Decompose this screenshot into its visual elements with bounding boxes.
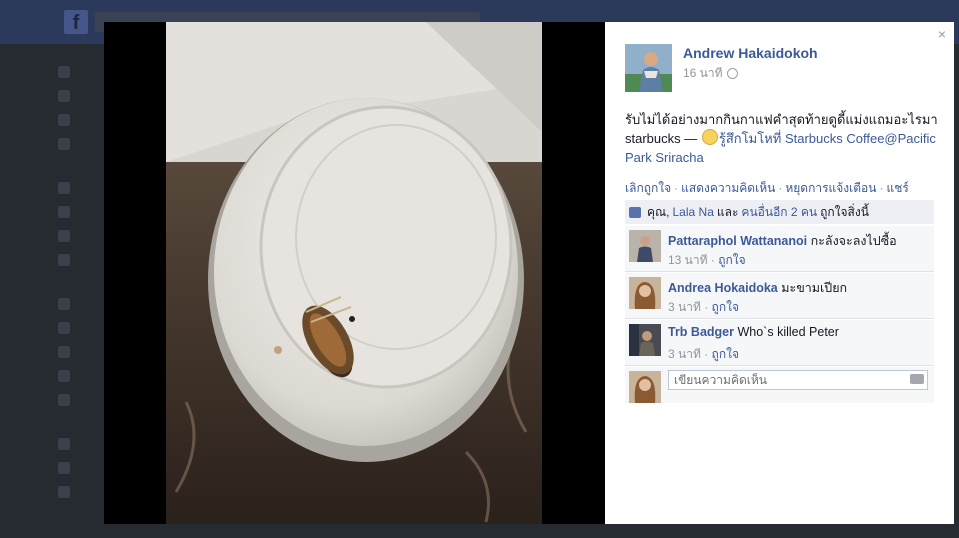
comment-body: Trb Badger Who`s killed Peter [668,325,839,339]
liker-link[interactable]: Lala Na [673,205,714,219]
comment-item: Trb Badger Who`s killed Peter 3 นาที · ถ… [625,320,934,366]
coffee-lid-photo [166,22,542,524]
comment-time[interactable]: 3 นาที [668,347,701,361]
separator: · [674,181,679,195]
thumbs-up-icon [629,206,641,218]
photo-stage[interactable] [104,22,605,524]
comment-composer: เขียนความคิดเห็น [625,367,934,403]
stop-notifications-link[interactable]: หยุดการแจ้งเตือน [785,181,876,195]
post-photo[interactable] [166,22,542,524]
post-timestamp: 16 นาที [683,64,738,83]
comment-text: Who`s killed Peter [737,325,839,339]
commenter-name[interactable]: Trb Badger [668,325,734,339]
current-user-avatar [629,371,661,403]
comment-text: กะลังจะลงไปซื้อ [810,234,897,248]
person-avatar-icon [629,277,661,309]
author-name[interactable]: Andrew Hakaidokoh [683,45,818,61]
comment-like-link[interactable]: ถูกใจ [712,300,739,314]
share-link[interactable]: แชร์ [886,181,908,195]
comment-like-link[interactable]: ถูกใจ [712,347,739,361]
person-avatar-icon [625,44,672,92]
post-text: รับไม่ได้อย่างมากกินกาแฟคำสุดท้ายดูดี้แม… [625,110,943,167]
separator: · [704,347,709,361]
separator: · [879,181,884,195]
angry-emoji-icon [701,129,718,145]
post-detail-panel: × Andrew Hakaidokoh 16 นาที รับไม่ได้อย่… [605,22,954,524]
camera-icon[interactable] [910,374,924,384]
commenter-avatar[interactable] [629,324,661,356]
likes-you: คุณ, [647,204,670,219]
comment-meta: 3 นาที · ถูกใจ [668,298,739,317]
comment-time[interactable]: 13 นาที [668,253,708,267]
comment-item: Pattaraphol Wattananoi กะลังจะลงไปซื้อ 1… [625,226,934,272]
feeling-text: รู้สึกโมโหที่ [718,131,782,146]
unlike-link[interactable]: เลิกถูกใจ [625,181,671,195]
comment-body: Andrea Hokaidoka มะขามเปียก [668,278,847,298]
comment-list: Pattaraphol Wattananoi กะลังจะลงไปซื้อ 1… [625,226,934,403]
separator: · [778,181,783,195]
post-time[interactable]: 16 นาที [683,64,723,83]
person-avatar-icon [629,371,661,403]
other-likers-link[interactable]: คนอื่นอีก 2 คน [741,203,817,222]
comment-link[interactable]: แสดงความคิดเห็น [681,181,775,195]
author-avatar[interactable] [625,44,672,92]
facebook-logo-icon: f [64,10,88,34]
comment-meta: 3 นาที · ถูกใจ [668,345,739,364]
commenter-avatar[interactable] [629,277,661,309]
globe-icon [726,68,738,79]
comment-meta: 13 นาที · ถูกใจ [668,251,746,270]
separator: · [704,300,709,314]
person-avatar-icon [629,324,661,356]
comment-body: Pattaraphol Wattananoi กะลังจะลงไปซื้อ [668,231,897,251]
commenter-avatar[interactable] [629,230,661,262]
commenter-name[interactable]: Andrea Hokaidoka [668,281,778,295]
comment-text: มะขามเปียก [781,281,848,295]
close-icon[interactable]: × [938,26,946,42]
likes-suffix: ถูกใจสิ่งนี้ [820,204,869,219]
commenter-name[interactable]: Pattaraphol Wattananoi [668,234,807,248]
comment-input[interactable]: เขียนความคิดเห็น [668,370,928,390]
likes-and: และ [716,204,739,219]
comment-like-link[interactable]: ถูกใจ [718,253,745,267]
comment-time[interactable]: 3 นาที [668,300,701,314]
person-avatar-icon [629,230,661,262]
comment-item: Andrea Hokaidoka มะขามเปียก 3 นาที · ถูก… [625,273,934,319]
post-actions: เลิกถูกใจ · แสดงความคิดเห็น · หยุดการแจ้งเตื… [625,179,909,198]
separator: · [710,253,715,267]
likes-summary: คุณ, Lala Na และ คนอื่นอีก 2 คน ถูกใจสิ่… [625,200,934,224]
